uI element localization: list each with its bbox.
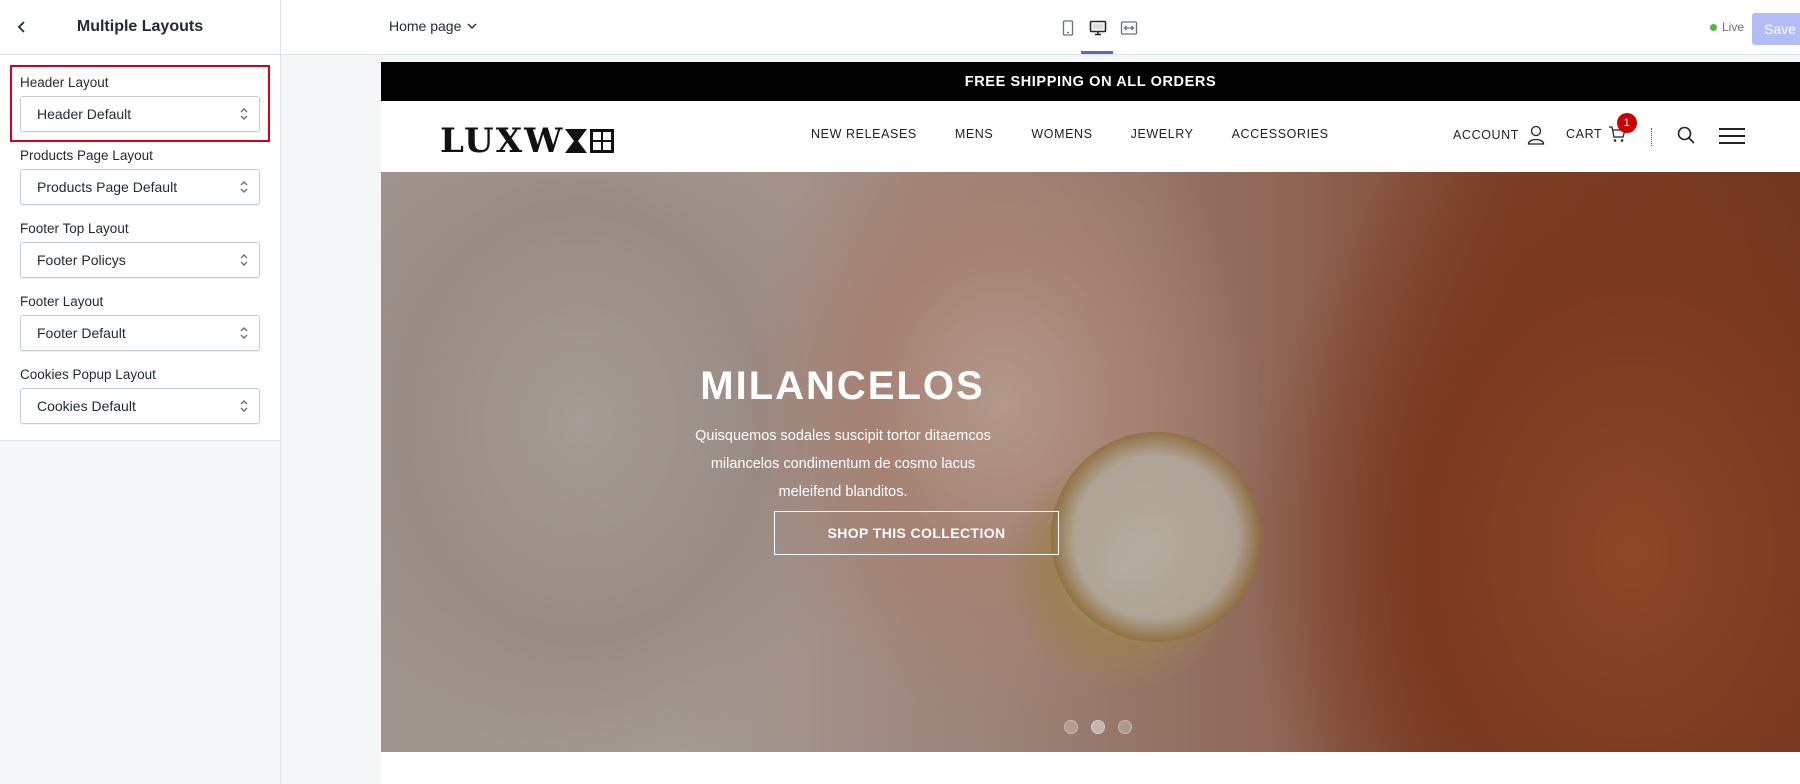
select-value: Footer Policys (37, 252, 126, 268)
status-dot-icon (1710, 23, 1717, 31)
select-arrows-icon (240, 108, 248, 120)
status-label: Live (1722, 20, 1745, 34)
nav-item-mens[interactable]: MENS (955, 127, 994, 141)
hero-overlay (381, 172, 1800, 752)
header-divider (1651, 128, 1652, 146)
slide-dot[interactable] (1064, 720, 1078, 734)
search-icon (1677, 126, 1695, 144)
save-button[interactable]: Save (1752, 13, 1800, 45)
main-navigation: NEW RELEASES MENS WOMENS JEWELRY ACCESSO… (811, 127, 1367, 141)
footer-top-layout-field: Footer Top Layout Footer Policys (20, 221, 260, 278)
sidebar-title: Multiple Layouts (76, 18, 204, 35)
select-arrows-icon (240, 327, 248, 339)
theme-status: Live (1710, 20, 1744, 34)
hamburger-menu-icon (1719, 128, 1745, 144)
expand-width-icon (1120, 21, 1138, 35)
field-label: Cookies Popup Layout (20, 367, 156, 382)
nav-item-new-releases[interactable]: NEW RELEASES (811, 127, 917, 141)
header-layout-select[interactable]: Header Default (20, 96, 260, 132)
back-button[interactable] (10, 15, 34, 39)
logo-mark-icon (565, 129, 615, 153)
desktop-icon (1089, 20, 1107, 36)
select-value: Footer Default (37, 325, 126, 341)
account-label: ACCOUNT (1453, 128, 1520, 142)
field-label: Footer Top Layout (20, 221, 129, 236)
full-width-view-button[interactable] (1116, 15, 1142, 41)
store-header: LUXW NEW RELEASES MENS WOMENS JEWELRY AC… (381, 101, 1800, 172)
chevron-left-icon (17, 21, 25, 33)
search-button[interactable] (1677, 126, 1695, 149)
cart-link[interactable]: CART 1 (1566, 113, 1637, 143)
hero-slideshow: MILANCELOS Quisquemos sodales suscipit t… (381, 172, 1800, 752)
slide-dot[interactable] (1118, 720, 1132, 734)
nav-item-jewelry[interactable]: JEWELRY (1131, 127, 1194, 141)
desktop-view-button[interactable] (1085, 15, 1111, 41)
products-page-layout-field: Products Page Layout Products Page Defau… (20, 148, 260, 205)
select-arrows-icon (240, 254, 248, 266)
products-page-layout-select[interactable]: Products Page Default (20, 169, 260, 205)
slideshow-dots (1064, 720, 1132, 734)
theme-settings-sidebar: Multiple Layouts Header Layout Header De… (0, 0, 281, 784)
page-selector[interactable]: Home page (389, 18, 477, 34)
footer-top-layout-select[interactable]: Footer Policys (20, 242, 260, 278)
field-label: Header Layout (20, 75, 109, 90)
hero-title: MILANCELOS (700, 364, 985, 408)
header-layout-field: Header Layout Header Default (10, 65, 270, 142)
cart-label: CART (1566, 127, 1603, 141)
logo-text: LUXW (440, 121, 565, 161)
editor-toolbar: Home page Live Save (281, 0, 1800, 55)
announcement-bar: FREE SHIPPING ON ALL ORDERS (381, 62, 1800, 101)
slide-dot-active[interactable] (1091, 720, 1105, 734)
shop-collection-button[interactable]: SHOP THIS COLLECTION (774, 511, 1059, 555)
select-value: Cookies Default (37, 398, 136, 414)
select-arrows-icon (240, 400, 248, 412)
active-device-indicator (1081, 51, 1113, 54)
cookies-popup-layout-field: Cookies Popup Layout Cookies Default (20, 367, 260, 424)
field-label: Products Page Layout (20, 148, 153, 163)
account-link[interactable]: ACCOUNT (1453, 125, 1545, 145)
sidebar-header: Multiple Layouts (0, 0, 280, 55)
menu-button[interactable] (1718, 127, 1746, 150)
chevron-down-icon (467, 23, 477, 29)
layout-settings: Header Layout Header Default Products Pa… (0, 55, 280, 441)
nav-item-womens[interactable]: WOMENS (1031, 127, 1092, 141)
footer-layout-field: Footer Layout Footer Default (20, 294, 260, 351)
nav-item-accessories[interactable]: ACCESSORIES (1232, 127, 1329, 141)
store-preview: FREE SHIPPING ON ALL ORDERS LUXW NEW REL… (381, 62, 1800, 784)
mobile-view-button[interactable] (1055, 15, 1081, 41)
cart-count-badge: 1 (1617, 113, 1637, 133)
select-arrows-icon (240, 181, 248, 193)
hero-subtitle: Quisquemos sodales suscipit tortor ditae… (695, 428, 991, 500)
cookies-popup-layout-select[interactable]: Cookies Default (20, 388, 260, 424)
store-logo[interactable]: LUXW (440, 121, 616, 161)
user-icon (1527, 125, 1545, 145)
page-selector-label: Home page (389, 18, 462, 34)
select-value: Header Default (37, 106, 132, 122)
footer-layout-select[interactable]: Footer Default (20, 315, 260, 351)
field-label: Footer Layout (20, 294, 104, 309)
select-value: Products Page Default (37, 179, 178, 195)
mobile-icon (1062, 20, 1074, 36)
